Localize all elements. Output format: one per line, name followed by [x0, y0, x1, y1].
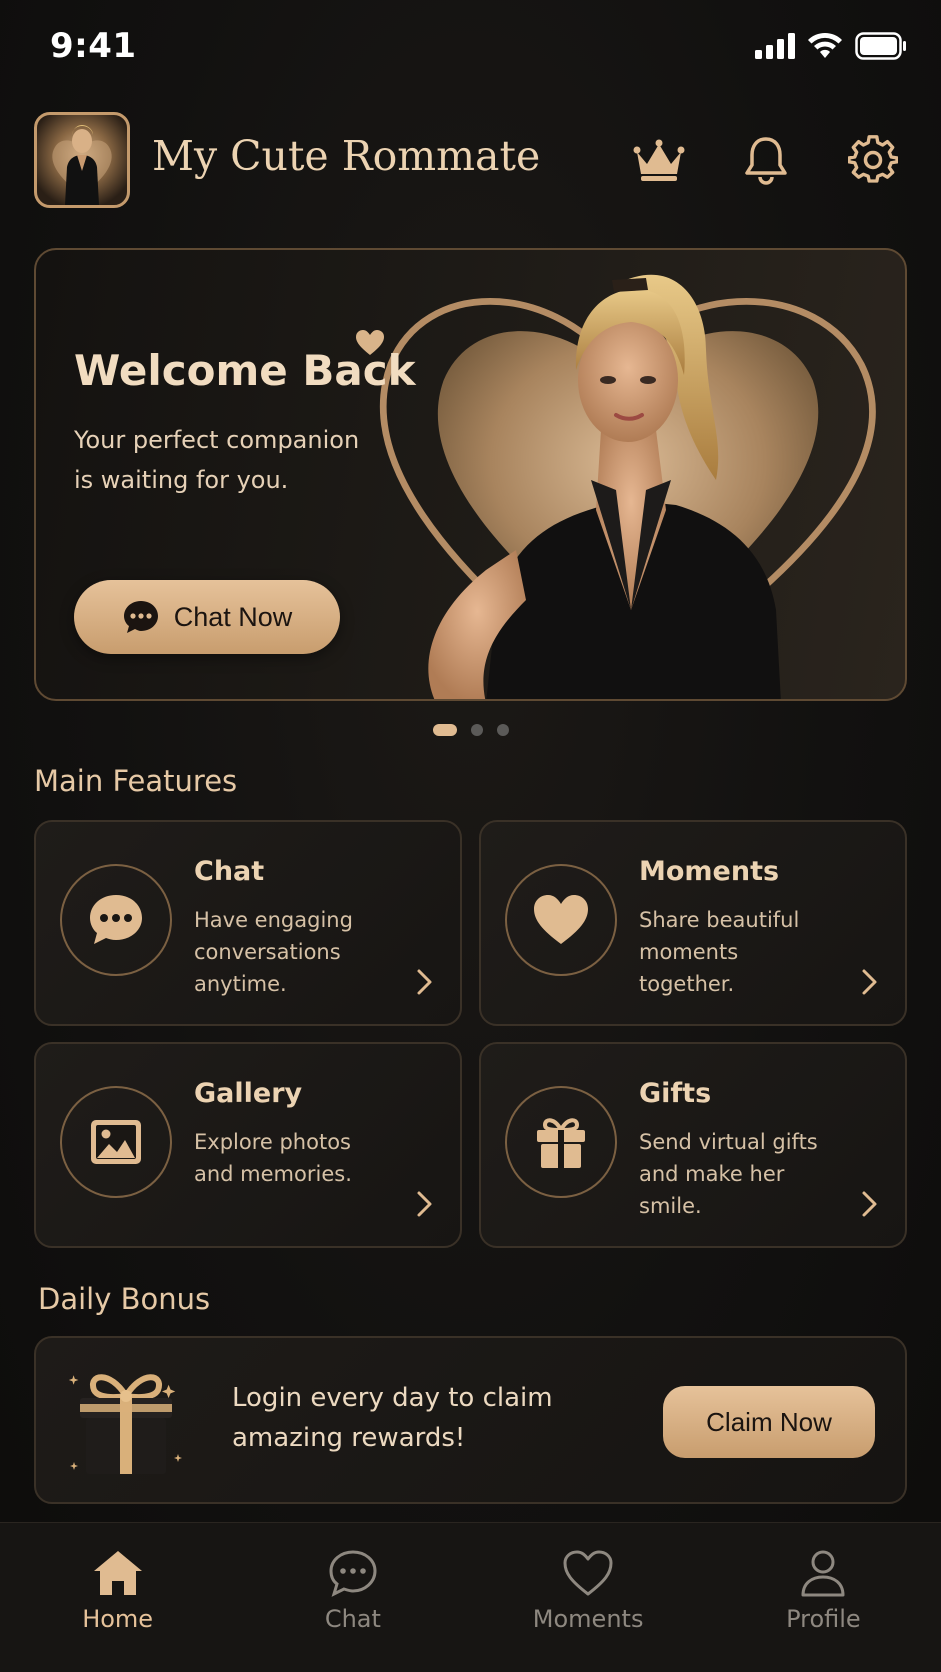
feature-card-moments[interactable]: Moments Share beautiful moments together…: [479, 820, 907, 1026]
feature-card-gallery[interactable]: Gallery Explore photos and memories.: [34, 1042, 462, 1248]
feature-icon-circle: [60, 1086, 172, 1198]
tab-label: Profile: [786, 1605, 861, 1633]
feature-icon-circle: [60, 864, 172, 976]
notifications-button[interactable]: [738, 132, 794, 188]
chat-bubble-icon: [90, 895, 142, 944]
carousel-indicator: [0, 724, 941, 736]
premium-button[interactable]: [631, 132, 687, 188]
tab-chat[interactable]: Chat: [235, 1523, 470, 1672]
tab-profile[interactable]: Profile: [706, 1523, 941, 1672]
feature-title: Gallery: [194, 1078, 303, 1109]
carousel-dot-3[interactable]: [496, 724, 509, 736]
chat-bubble-icon: [329, 1550, 377, 1597]
main-features-title: Main Features: [34, 764, 238, 798]
battery-icon: [855, 32, 906, 60]
app-screen: 9:41 My Cute Rommate Welcome Back Your p…: [0, 0, 941, 1672]
chevron-right-icon: [417, 1191, 432, 1217]
heart-icon: [356, 330, 384, 355]
gear-icon: [848, 135, 898, 183]
avatar-portrait: [52, 125, 112, 205]
chat-bubble-icon: [123, 601, 158, 633]
status-time: 9:41: [50, 26, 137, 66]
feature-title: Moments: [639, 856, 780, 887]
settings-button[interactable]: [845, 132, 901, 188]
chat-now-button[interactable]: Chat Now: [74, 580, 340, 654]
feature-card-gifts[interactable]: Gifts Send virtual gifts and make her sm…: [479, 1042, 907, 1248]
daily-bonus-title: Daily Bonus: [38, 1282, 211, 1316]
chevron-right-icon: [417, 969, 432, 995]
tab-label: Chat: [324, 1605, 381, 1633]
app-title: My Cute Rommate: [152, 132, 541, 180]
chat-now-label: Chat Now: [173, 601, 293, 632]
feature-icon-circle: [505, 1086, 617, 1198]
tab-moments[interactable]: Moments: [471, 1523, 706, 1672]
feature-card-chat[interactable]: Chat Have engaging conversations anytime…: [34, 820, 462, 1026]
feature-description: Send virtual gifts and make her smile.: [639, 1130, 818, 1218]
feature-title: Gifts: [639, 1078, 712, 1109]
heart-icon: [563, 1550, 613, 1596]
chevron-right-icon: [862, 1191, 877, 1217]
gift-box-icon: [68, 1374, 182, 1474]
status-icons: [755, 32, 907, 60]
crown-icon: [633, 139, 685, 181]
bell-icon: [745, 137, 787, 185]
avatar[interactable]: [34, 112, 130, 208]
gift-icon: [537, 1118, 585, 1168]
feature-description: Explore photos and memories.: [194, 1130, 352, 1186]
welcome-banner[interactable]: Welcome Back Your perfect companion is w…: [34, 248, 907, 701]
carousel-dot-1[interactable]: [432, 724, 457, 736]
claim-now-label: Claim Now: [706, 1406, 832, 1437]
bottom-tab-bar: Home Chat Moments Profile: [0, 1522, 941, 1672]
tab-home[interactable]: Home: [0, 1523, 235, 1672]
cellular-signal-icon: [755, 33, 795, 59]
feature-description: Share beautiful moments together.: [639, 908, 800, 996]
person-icon: [801, 1550, 845, 1597]
feature-title: Chat: [194, 856, 265, 887]
feature-icon-circle: [505, 864, 617, 976]
daily-bonus-card: Login every day to claim amazing rewards…: [34, 1336, 907, 1504]
carousel-dot-2[interactable]: [470, 724, 483, 736]
hero-subtitle: Your perfect companion is waiting for yo…: [74, 426, 360, 494]
feature-description: Have engaging conversations anytime.: [194, 908, 353, 996]
tab-label: Home: [82, 1605, 154, 1633]
image-icon: [91, 1120, 141, 1164]
companion-portrait: [379, 274, 876, 699]
app-header: My Cute Rommate: [34, 112, 907, 208]
daily-bonus-text: Login every day to claim amazing rewards…: [232, 1383, 553, 1453]
status-bar: 9:41: [0, 0, 941, 96]
heart-icon: [534, 895, 588, 944]
claim-now-button[interactable]: Claim Now: [663, 1386, 875, 1458]
home-icon: [93, 1551, 142, 1595]
tab-label: Moments: [532, 1605, 644, 1633]
chevron-right-icon: [862, 969, 877, 995]
wifi-icon: [808, 32, 842, 58]
